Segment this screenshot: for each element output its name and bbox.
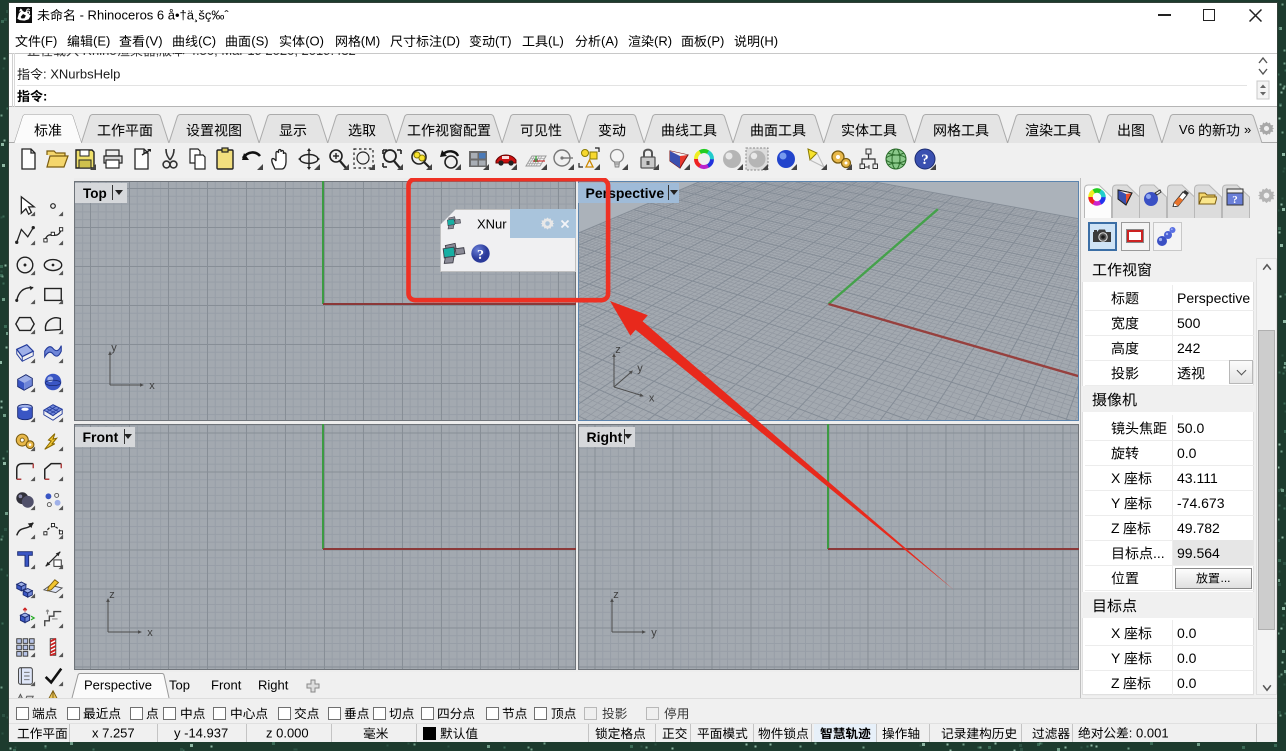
svg-text:?: ? — [921, 152, 929, 168]
svg-text:6: 6 — [26, 8, 31, 17]
svg-text:?: ? — [1232, 194, 1238, 206]
